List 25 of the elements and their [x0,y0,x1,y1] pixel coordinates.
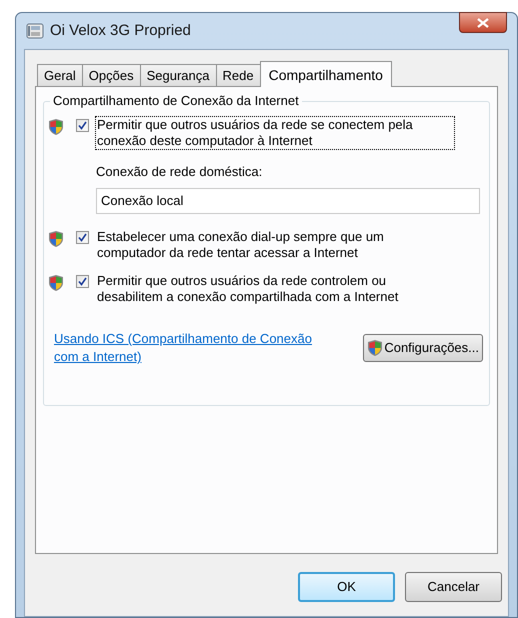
group-title: Compartilhamento de Conexão da Internet [50,93,302,109]
tab[interactable]: Opções [82,64,141,86]
shield-icon [48,274,64,292]
checkbox[interactable] [76,275,89,288]
tab[interactable]: Compartilhamento [260,61,392,87]
checkbox-label: Permitir que outros usuários da rede controlem ou desabilitem a conexão compartilhada com a Internet [96,272,400,306]
checkbox-label: Estabelecer uma conexão dial-up sempre que um computador da rede tentar acessar a Internet [96,228,385,262]
close-icon [477,18,489,28]
help-link[interactable]: Usando ICS (Compartilhamento de Conexão com a Internet) [54,330,324,366]
shield-icon [48,118,64,136]
tab[interactable]: Segurança [140,64,216,86]
checkbox-label: Permitir que outros usuários da rede se conectem pela conexão deste computador à Internet [95,116,455,150]
tab[interactable]: Geral [37,64,83,86]
dialog-button[interactable]: Cancelar [405,572,502,602]
close-button[interactable] [459,12,507,33]
checkbox[interactable] [76,231,89,244]
connection-field[interactable]: Conexão local [96,188,480,214]
shield-icon [48,230,64,248]
window-title: Oi Velox 3G Propried [50,20,191,41]
checkbox[interactable] [76,119,89,132]
tab[interactable]: Rede [216,64,261,86]
field-label: Conexão de rede doméstica: [96,164,264,180]
settings-button[interactable]: Configurações... [363,334,483,362]
dialog-button[interactable]: OK [298,572,395,602]
shield-icon [367,339,384,357]
